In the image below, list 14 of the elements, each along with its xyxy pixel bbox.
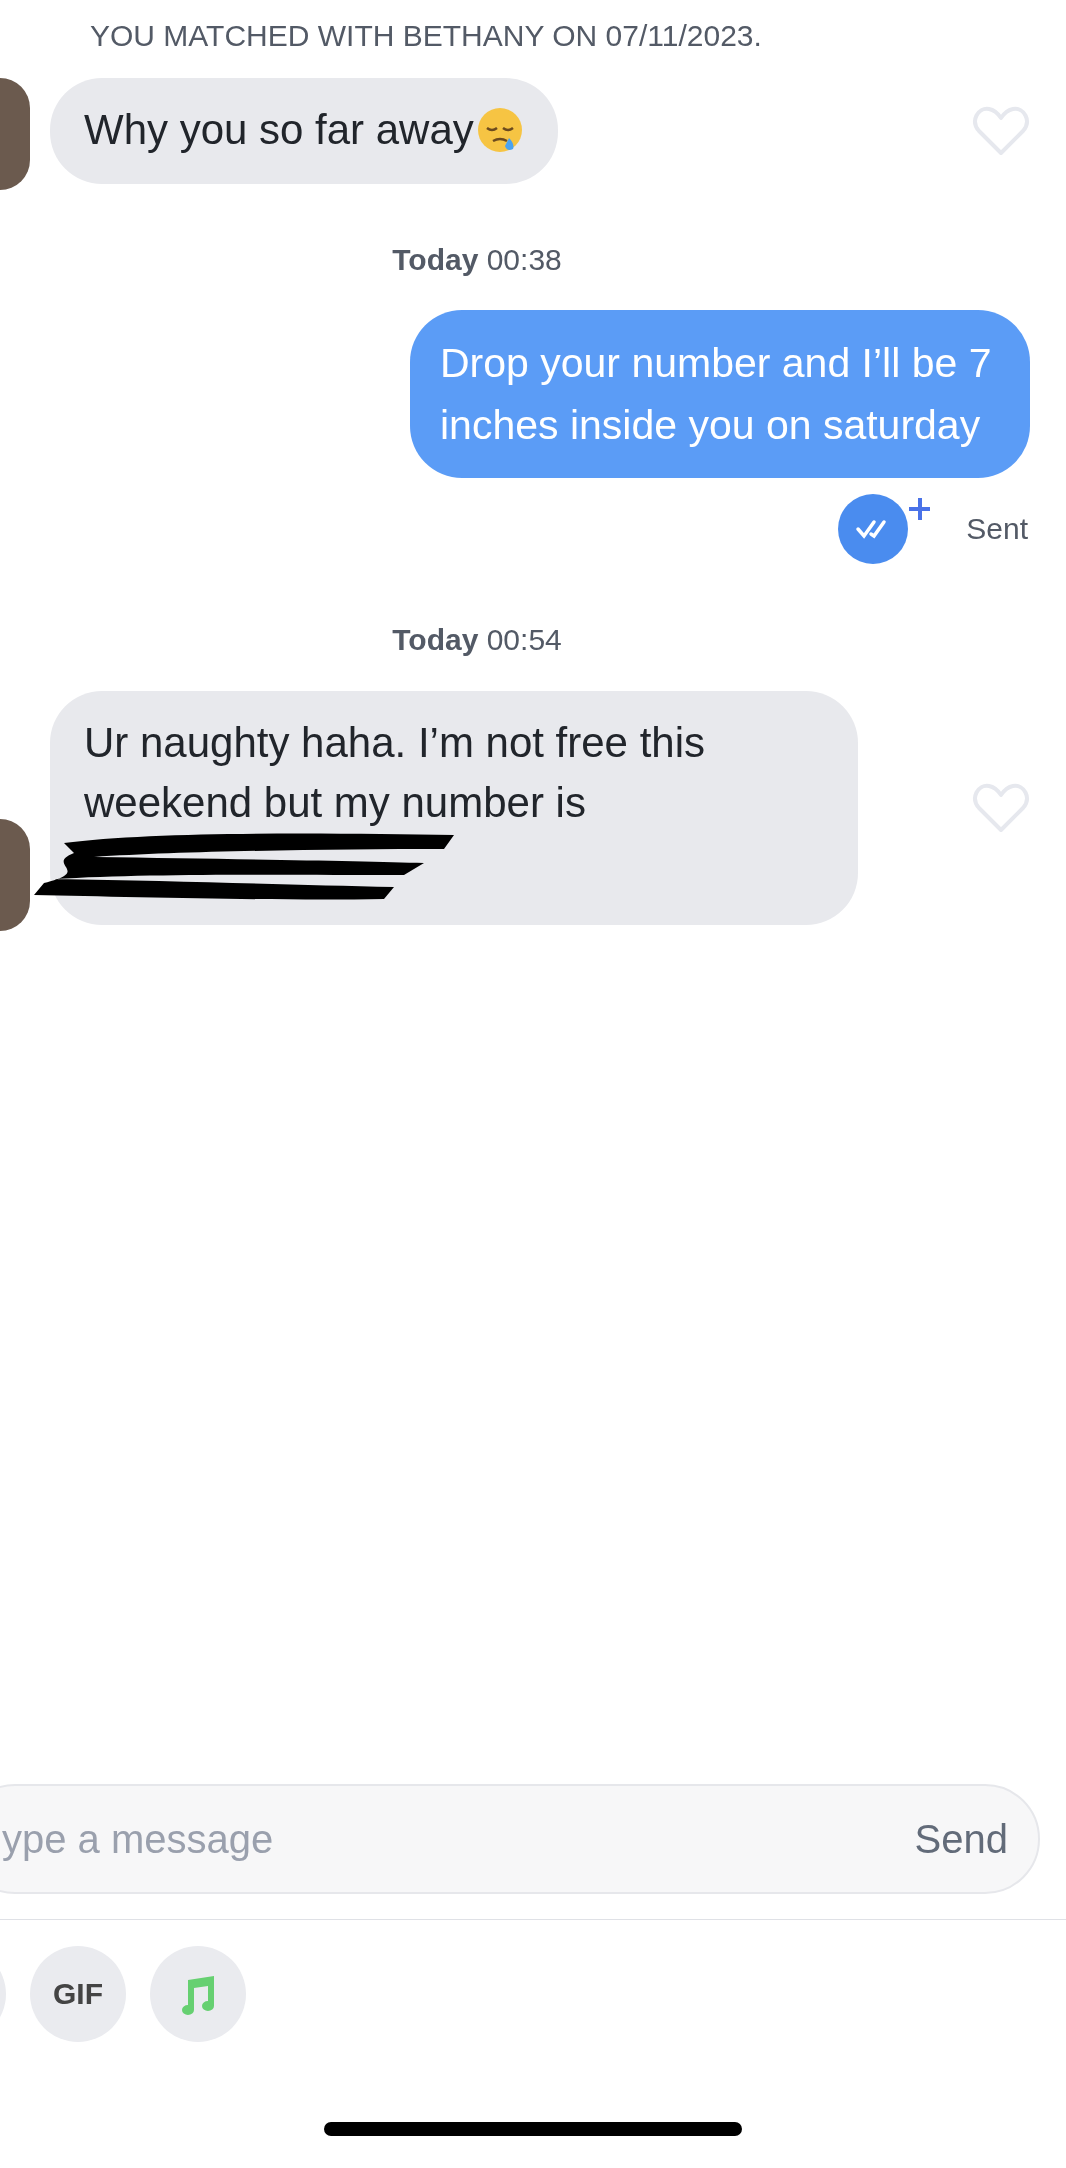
message-field[interactable]: ype a message Send xyxy=(0,1784,1040,1894)
message-text: Ur naughty haha. I’m not free this weekend but my number is xyxy=(84,718,706,828)
sent-status: Sent xyxy=(966,512,1028,546)
message-text: Why you so far away xyxy=(84,105,474,155)
gif-button[interactable]: GIF xyxy=(30,1946,126,2042)
sent-message: Drop your number and I’ll be 7 inches inside you on saturday xyxy=(410,310,1030,478)
avatar[interactable] xyxy=(0,819,30,931)
heart-icon[interactable] xyxy=(972,105,1030,157)
timestamp: Today 00:54 xyxy=(391,622,563,658)
send-button[interactable]: Send xyxy=(914,1816,1008,1862)
match-notice: YOU MATCHED WITH BETHANY ON 07/11/2023. xyxy=(90,18,763,54)
avatar[interactable] xyxy=(0,78,30,190)
timestamp: Today 00:38 xyxy=(391,242,563,278)
heart-icon[interactable] xyxy=(972,782,1030,834)
